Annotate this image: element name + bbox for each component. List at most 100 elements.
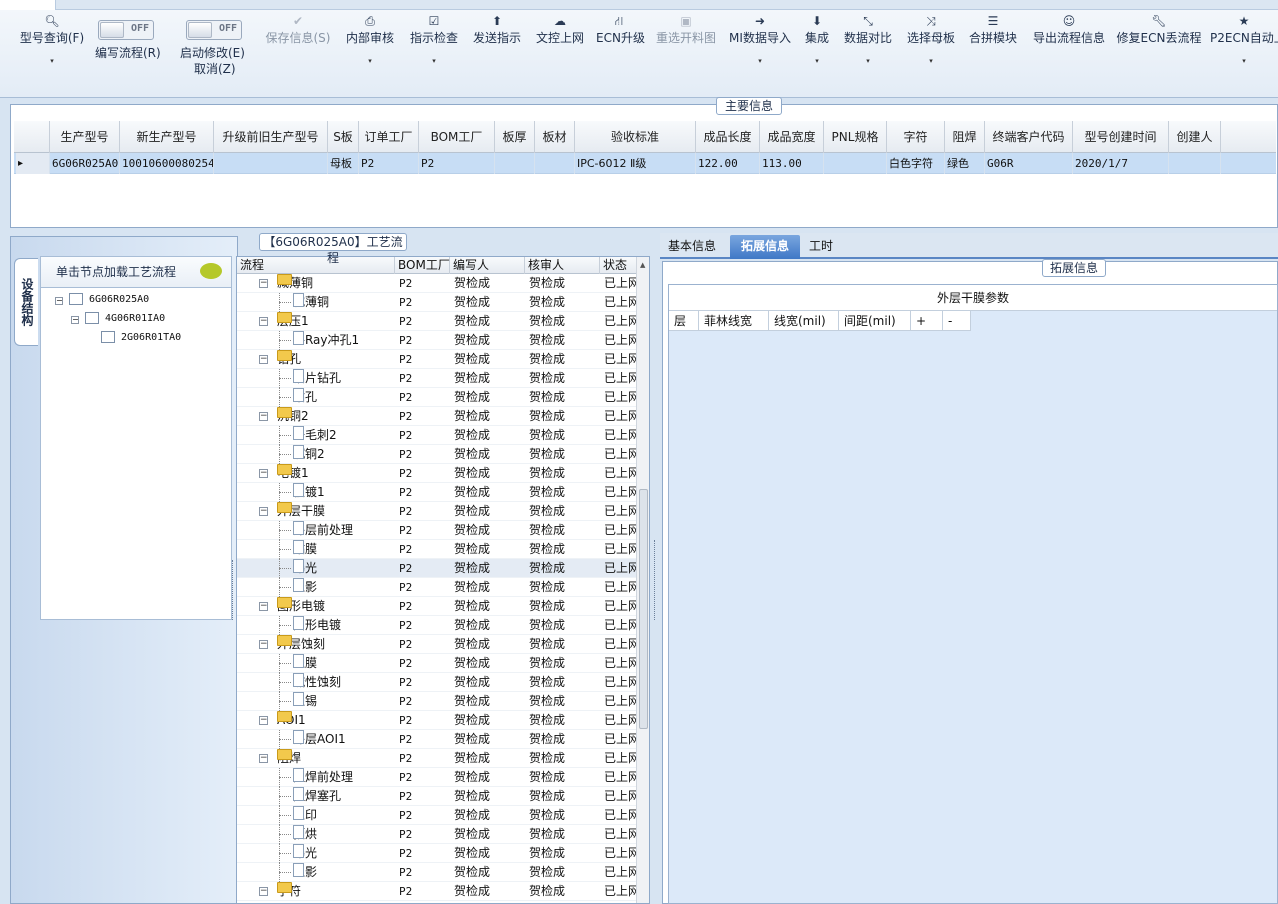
collapse-icon[interactable]: − [259, 716, 268, 725]
toolbar-button-2[interactable]: ⎙ 内部审核 ▾ [342, 12, 398, 86]
column-header[interactable]: BOM工厂 [419, 121, 495, 153]
flow-row[interactable]: −层压1 P2 贺检成 贺检成 已上网 [237, 312, 636, 331]
toggle-knob[interactable] [188, 22, 212, 38]
collapse-icon[interactable]: − [259, 602, 268, 611]
column-header[interactable]: 成品宽度 [760, 121, 824, 153]
toolbar-button-7[interactable]: ▣ 重选开料图 [652, 12, 720, 86]
collapse-icon[interactable]: − [259, 887, 268, 896]
grid-cell[interactable]: 绿色 [945, 153, 985, 174]
flow-row[interactable]: 显影 P2 贺检成 贺检成 已上网 [237, 578, 636, 597]
collapse-icon[interactable]: − [71, 316, 79, 324]
chevron-down-icon[interactable]: ▾ [840, 54, 896, 68]
column-header[interactable]: 板厚 [495, 121, 535, 153]
column-header[interactable]: 终端客户代码 [985, 121, 1073, 153]
grid-cell[interactable]: 白色字符 [887, 153, 945, 174]
flow-row[interactable]: −阻焊 P2 贺检成 贺检成 已上网 [237, 749, 636, 768]
flow-row[interactable]: −钻孔 P2 贺检成 贺检成 已上网 [237, 350, 636, 369]
tree-node[interactable]: 6G06R025A0 [69, 293, 149, 305]
scroll-thumb[interactable] [639, 489, 648, 729]
column-header[interactable]: 升级前旧生产型号 [214, 121, 328, 153]
flow-row[interactable]: −减薄铜 P2 贺检成 贺检成 已上网 [237, 274, 636, 293]
add-row-button[interactable]: + [911, 311, 943, 331]
column-header[interactable]: 订单工厂 [359, 121, 419, 153]
collapse-icon[interactable]: − [55, 297, 63, 305]
flow-row[interactable]: X-Ray冲孔1 P2 贺检成 贺检成 已上网 [237, 331, 636, 350]
grid-cell[interactable]: 122.00 [696, 153, 760, 174]
toolbar-button-5[interactable]: ☁ 文控上网 [532, 12, 588, 86]
column-header[interactable]: S板 [328, 121, 359, 153]
flow-row[interactable]: 贴膜 P2 贺检成 贺检成 已上网 [237, 540, 636, 559]
collapse-icon[interactable]: − [259, 507, 268, 516]
toolbar-button-8[interactable]: ➜ MI数据导入 ▾ [726, 12, 794, 86]
tab-work-hours[interactable]: 工时 [804, 235, 838, 259]
tree-node[interactable]: 4G06R01IA0 [85, 312, 165, 324]
collapse-icon[interactable]: − [259, 640, 268, 649]
grid-cell[interactable] [535, 153, 575, 174]
flow-column-header[interactable]: 编写人 [450, 257, 525, 274]
edit-flow-label[interactable]: 编写流程(R) [95, 44, 161, 61]
splitter-handle-middle[interactable] [654, 540, 658, 620]
flow-row[interactable]: 外层前处理 P2 贺检成 贺检成 已上网 [237, 521, 636, 540]
flow-column-header[interactable]: 流程 [237, 257, 395, 274]
flow-row[interactable]: −沉铜2 P2 贺检成 贺检成 已上网 [237, 407, 636, 426]
flow-row[interactable]: 退膜 P2 贺检成 贺检成 已上网 [237, 654, 636, 673]
grid-cell[interactable]: G06R [985, 153, 1073, 174]
collapse-icon[interactable]: − [259, 317, 268, 326]
quick-access-tab[interactable] [0, 0, 56, 10]
toolbar-button-14[interactable]: 🔧︎ 修复ECN丢流程 [1116, 12, 1202, 86]
grid-cell[interactable] [495, 153, 535, 174]
tree-node[interactable]: 2G06R01TA0 [101, 331, 181, 343]
grid-cell[interactable] [214, 153, 328, 174]
flow-column-header[interactable]: BOM工厂 [395, 257, 450, 274]
toolbar-button-11[interactable]: ⤨ 选择母板 ▾ [904, 12, 958, 86]
toolbar-button-0[interactable]: 🔍︎ 型号查询(F) ▾ [16, 12, 88, 86]
flow-row[interactable]: 外层AOI1 P2 贺检成 贺检成 已上网 [237, 730, 636, 749]
flow-row[interactable]: −图形电镀 P2 贺检成 贺检成 已上网 [237, 597, 636, 616]
remove-row-button[interactable]: - [943, 311, 971, 331]
column-header[interactable]: 创建人 [1169, 121, 1221, 153]
flow-row[interactable]: 减薄铜 P2 贺检成 贺检成 已上网 [237, 293, 636, 312]
tab-device-structure[interactable]: 设备结构 [14, 258, 38, 346]
flow-row[interactable]: −外层干膜 P2 贺检成 贺检成 已上网 [237, 502, 636, 521]
column-header[interactable]: 板材 [535, 121, 575, 153]
toolbar-button-1[interactable]: ✔ 保存信息(S) [262, 12, 334, 86]
flow-column-header[interactable]: 状态 [600, 257, 640, 274]
chevron-down-icon[interactable]: ▾ [726, 54, 794, 68]
flow-row[interactable]: 退锡 P2 贺检成 贺检成 已上网 [237, 692, 636, 711]
flow-row[interactable]: −电镀1 P2 贺检成 贺检成 已上网 [237, 464, 636, 483]
flow-row[interactable]: 曝光 P2 贺检成 贺检成 已上网 [237, 559, 636, 578]
collapse-icon[interactable]: − [259, 754, 268, 763]
grid-cell[interactable]: 母板 [328, 153, 359, 174]
toolbar-button-9[interactable]: ⬇ 集成 ▾ [802, 12, 832, 86]
flow-row[interactable]: 丝印 P2 贺检成 贺检成 已上网 [237, 806, 636, 825]
main-info-row[interactable]: ▸ 6G06R025A0 10010600080254 母板 P2 P2 IPC-6012 … [14, 153, 1276, 174]
column-header[interactable]: 成品长度 [696, 121, 760, 153]
toolbar-button-4[interactable]: ⬆ 发送指示 [470, 12, 524, 86]
grid-cell[interactable] [1169, 153, 1221, 174]
flow-scrollbar[interactable]: ▲ [636, 257, 649, 903]
flow-row[interactable]: −字符 P2 贺检成 贺检成 已上网 [237, 882, 636, 901]
toolbar-button-3[interactable]: ☑ 指示检查 ▾ [406, 12, 462, 86]
grid-cell[interactable]: 6G06R025A0 [50, 153, 120, 174]
edit-flow-toggle[interactable]: OFF [98, 20, 154, 40]
flow-row[interactable]: −外层蚀刻 P2 贺检成 贺检成 已上网 [237, 635, 636, 654]
flow-row[interactable]: 曝光 P2 贺检成 贺检成 已上网 [237, 844, 636, 863]
flow-row[interactable]: 钻孔 P2 贺检成 贺检成 已上网 [237, 388, 636, 407]
column-header[interactable]: 生产型号 [50, 121, 120, 153]
grid-cell[interactable]: 10010600080254 [120, 153, 214, 174]
collapse-icon[interactable]: − [259, 279, 268, 288]
flow-row[interactable]: 预烘 P2 贺检成 贺检成 已上网 [237, 825, 636, 844]
grid-cell[interactable]: P2 [359, 153, 419, 174]
toolbar-button-13[interactable]: ☺ 导出流程信息 [1030, 12, 1108, 86]
toolbar-button-10[interactable]: ⤡ 数据对比 ▾ [840, 12, 896, 86]
scroll-up-icon[interactable]: ▲ [640, 261, 645, 269]
column-header[interactable]: 新生产型号 [120, 121, 214, 153]
flow-row[interactable]: 显影 P2 贺检成 贺检成 已上网 [237, 863, 636, 882]
grid-cell[interactable] [824, 153, 887, 174]
toggle-knob[interactable] [100, 22, 124, 38]
flow-column-header[interactable]: 核审人 [525, 257, 600, 274]
grid-cell[interactable]: 2020/1/7 [1073, 153, 1169, 174]
chevron-down-icon[interactable]: ▾ [16, 54, 88, 68]
flow-row[interactable]: 铝片钻孔 P2 贺检成 贺检成 已上网 [237, 369, 636, 388]
toolbar-button-12[interactable]: ☰ 合拼模块 [966, 12, 1020, 86]
